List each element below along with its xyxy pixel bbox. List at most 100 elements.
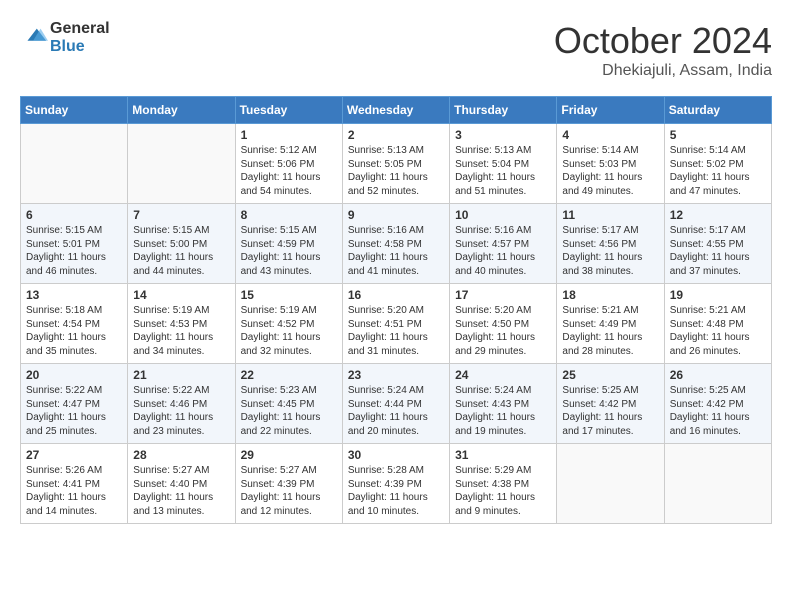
day-number: 17 [455, 288, 551, 302]
day-cell: 17 Sunrise: 5:20 AMSunset: 4:50 PMDayligh… [450, 284, 557, 364]
day-number: 15 [241, 288, 337, 302]
day-cell: 9Sunrise: 5:16 AMSunset: 4:58 PMDaylight… [342, 204, 449, 284]
day-cell: 21 Sunrise: 5:22 AMSunset: 4:46 PMDayligh… [128, 364, 235, 444]
day-info: Sunrise: 5:24 AMSunset: 4:43 PMDaylight:… [455, 384, 551, 438]
page-header: General Blue October 2024 Dhekiajuli, As… [20, 20, 772, 80]
day-cell: 22Sunrise: 5:23 AMSunset: 4:45 PMDayligh… [235, 364, 342, 444]
day-info: Sunrise: 5:22 AMSunset: 4:46 PMDaylight:… [133, 384, 229, 438]
day-info: Sunrise: 5:13 AMSunset: 5:05 PMDaylight:… [348, 144, 444, 198]
day-cell: 30 Sunrise: 5:28 AMSunset: 4:39 PMDayligh… [342, 444, 449, 524]
day-cell: 31Sunrise: 5:29 AMSunset: 4:38 PMDayligh… [450, 444, 557, 524]
day-info: Sunrise: 5:27 AMSunset: 4:40 PMDaylight:… [133, 464, 229, 518]
day-number: 26 [670, 368, 766, 382]
day-number: 24 [455, 368, 551, 382]
day-cell: 15 Sunrise: 5:19 AMSunset: 4:52 PMDayligh… [235, 284, 342, 364]
day-number: 19 [670, 288, 766, 302]
column-header-friday: Friday [557, 97, 664, 124]
day-number: 22 [241, 368, 337, 382]
day-number: 14 [133, 288, 229, 302]
day-number: 1 [241, 128, 337, 142]
day-info: Sunrise: 5:14 AMSunset: 5:02 PMDaylight:… [670, 144, 766, 198]
day-info: Sunrise: 5:25 AMSunset: 4:42 PMDaylight:… [670, 384, 766, 438]
day-cell: 27Sunrise: 5:26 AMSunset: 4:41 PMDayligh… [21, 444, 128, 524]
day-number: 21 [133, 368, 229, 382]
day-number: 6 [26, 208, 122, 222]
day-cell: 23 Sunrise: 5:24 AMSunset: 4:44 PMDayligh… [342, 364, 449, 444]
day-info: Sunrise: 5:27 AMSunset: 4:39 PMDaylight:… [241, 464, 337, 518]
day-number: 3 [455, 128, 551, 142]
day-info: Sunrise: 5:21 AMSunset: 4:48 PMDaylight:… [670, 304, 766, 358]
day-number: 8 [241, 208, 337, 222]
day-cell: 14 Sunrise: 5:19 AMSunset: 4:53 PMDayligh… [128, 284, 235, 364]
day-number: 25 [562, 368, 658, 382]
day-info: Sunrise: 5:14 AMSunset: 5:03 PMDaylight:… [562, 144, 658, 198]
day-number: 23 [348, 368, 444, 382]
day-info: Sunrise: 5:24 AMSunset: 4:44 PMDaylight:… [348, 384, 444, 438]
day-number: 13 [26, 288, 122, 302]
day-cell: 26 Sunrise: 5:25 AMSunset: 4:42 PMDayligh… [664, 364, 771, 444]
column-header-tuesday: Tuesday [235, 97, 342, 124]
day-info: Sunrise: 5:19 AMSunset: 4:52 PMDaylight:… [241, 304, 337, 358]
day-info: Sunrise: 5:26 AMSunset: 4:41 PMDaylight:… [26, 464, 122, 518]
day-info: Sunrise: 5:17 AMSunset: 4:56 PMDaylight:… [562, 224, 658, 278]
day-cell: 7Sunrise: 5:15 AMSunset: 5:00 PMDaylight… [128, 204, 235, 284]
day-info: Sunrise: 5:19 AMSunset: 4:53 PMDaylight:… [133, 304, 229, 358]
day-cell: 10Sunrise: 5:16 AMSunset: 4:57 PMDayligh… [450, 204, 557, 284]
day-info: Sunrise: 5:17 AMSunset: 4:55 PMDaylight:… [670, 224, 766, 278]
week-row-3: 13 Sunrise: 5:18 AMSunset: 4:54 PMDayligh… [21, 284, 772, 364]
day-info: Sunrise: 5:16 AMSunset: 4:58 PMDaylight:… [348, 224, 444, 278]
logo-text: General Blue [50, 20, 110, 55]
day-cell: 16 Sunrise: 5:20 AMSunset: 4:51 PMDayligh… [342, 284, 449, 364]
column-header-thursday: Thursday [450, 97, 557, 124]
day-number: 5 [670, 128, 766, 142]
day-cell: 4 Sunrise: 5:14 AMSunset: 5:03 PMDaylight… [557, 124, 664, 204]
week-row-4: 20 Sunrise: 5:22 AMSunset: 4:47 PMDayligh… [21, 364, 772, 444]
day-number: 30 [348, 448, 444, 462]
month-title: October 2024 [554, 20, 772, 62]
day-cell: 3Sunrise: 5:13 AMSunset: 5:04 PMDaylight… [450, 124, 557, 204]
column-header-wednesday: Wednesday [342, 97, 449, 124]
day-cell [664, 444, 771, 524]
column-header-saturday: Saturday [664, 97, 771, 124]
day-number: 10 [455, 208, 551, 222]
day-cell [557, 444, 664, 524]
day-number: 2 [348, 128, 444, 142]
week-row-1: 1 Sunrise: 5:12 AMSunset: 5:06 PMDaylight… [21, 124, 772, 204]
day-number: 31 [455, 448, 551, 462]
logo-blue: Blue [50, 38, 110, 56]
day-info: Sunrise: 5:18 AMSunset: 4:54 PMDaylight:… [26, 304, 122, 358]
column-header-sunday: Sunday [21, 97, 128, 124]
day-number: 4 [562, 128, 658, 142]
logo-icon [20, 24, 48, 52]
day-cell: 20 Sunrise: 5:22 AMSunset: 4:47 PMDayligh… [21, 364, 128, 444]
day-info: Sunrise: 5:22 AMSunset: 4:47 PMDaylight:… [26, 384, 122, 438]
day-cell: 19 Sunrise: 5:21 AMSunset: 4:48 PMDayligh… [664, 284, 771, 364]
day-number: 18 [562, 288, 658, 302]
day-info: Sunrise: 5:12 AMSunset: 5:06 PMDaylight:… [241, 144, 337, 198]
day-info: Sunrise: 5:28 AMSunset: 4:39 PMDaylight:… [348, 464, 444, 518]
day-number: 20 [26, 368, 122, 382]
day-number: 29 [241, 448, 337, 462]
calendar-table: SundayMondayTuesdayWednesdayThursdayFrid… [20, 96, 772, 524]
day-info: Sunrise: 5:20 AMSunset: 4:51 PMDaylight:… [348, 304, 444, 358]
day-number: 16 [348, 288, 444, 302]
day-cell: 25Sunrise: 5:25 AMSunset: 4:42 PMDayligh… [557, 364, 664, 444]
day-cell: 28 Sunrise: 5:27 AMSunset: 4:40 PMDayligh… [128, 444, 235, 524]
day-cell: 12 Sunrise: 5:17 AMSunset: 4:55 PMDayligh… [664, 204, 771, 284]
week-row-5: 27Sunrise: 5:26 AMSunset: 4:41 PMDayligh… [21, 444, 772, 524]
day-info: Sunrise: 5:15 AMSunset: 5:00 PMDaylight:… [133, 224, 229, 278]
day-number: 28 [133, 448, 229, 462]
day-cell [128, 124, 235, 204]
title-block: October 2024 Dhekiajuli, Assam, India [554, 20, 772, 80]
day-cell: 1 Sunrise: 5:12 AMSunset: 5:06 PMDaylight… [235, 124, 342, 204]
day-info: Sunrise: 5:20 AMSunset: 4:50 PMDaylight:… [455, 304, 551, 358]
column-header-monday: Monday [128, 97, 235, 124]
day-cell: 29 Sunrise: 5:27 AMSunset: 4:39 PMDayligh… [235, 444, 342, 524]
day-cell: 24 Sunrise: 5:24 AMSunset: 4:43 PMDayligh… [450, 364, 557, 444]
day-info: Sunrise: 5:21 AMSunset: 4:49 PMDaylight:… [562, 304, 658, 358]
day-cell: 5 Sunrise: 5:14 AMSunset: 5:02 PMDaylight… [664, 124, 771, 204]
day-cell [21, 124, 128, 204]
logo: General Blue [20, 20, 110, 55]
day-number: 12 [670, 208, 766, 222]
day-cell: 8Sunrise: 5:15 AMSunset: 4:59 PMDaylight… [235, 204, 342, 284]
